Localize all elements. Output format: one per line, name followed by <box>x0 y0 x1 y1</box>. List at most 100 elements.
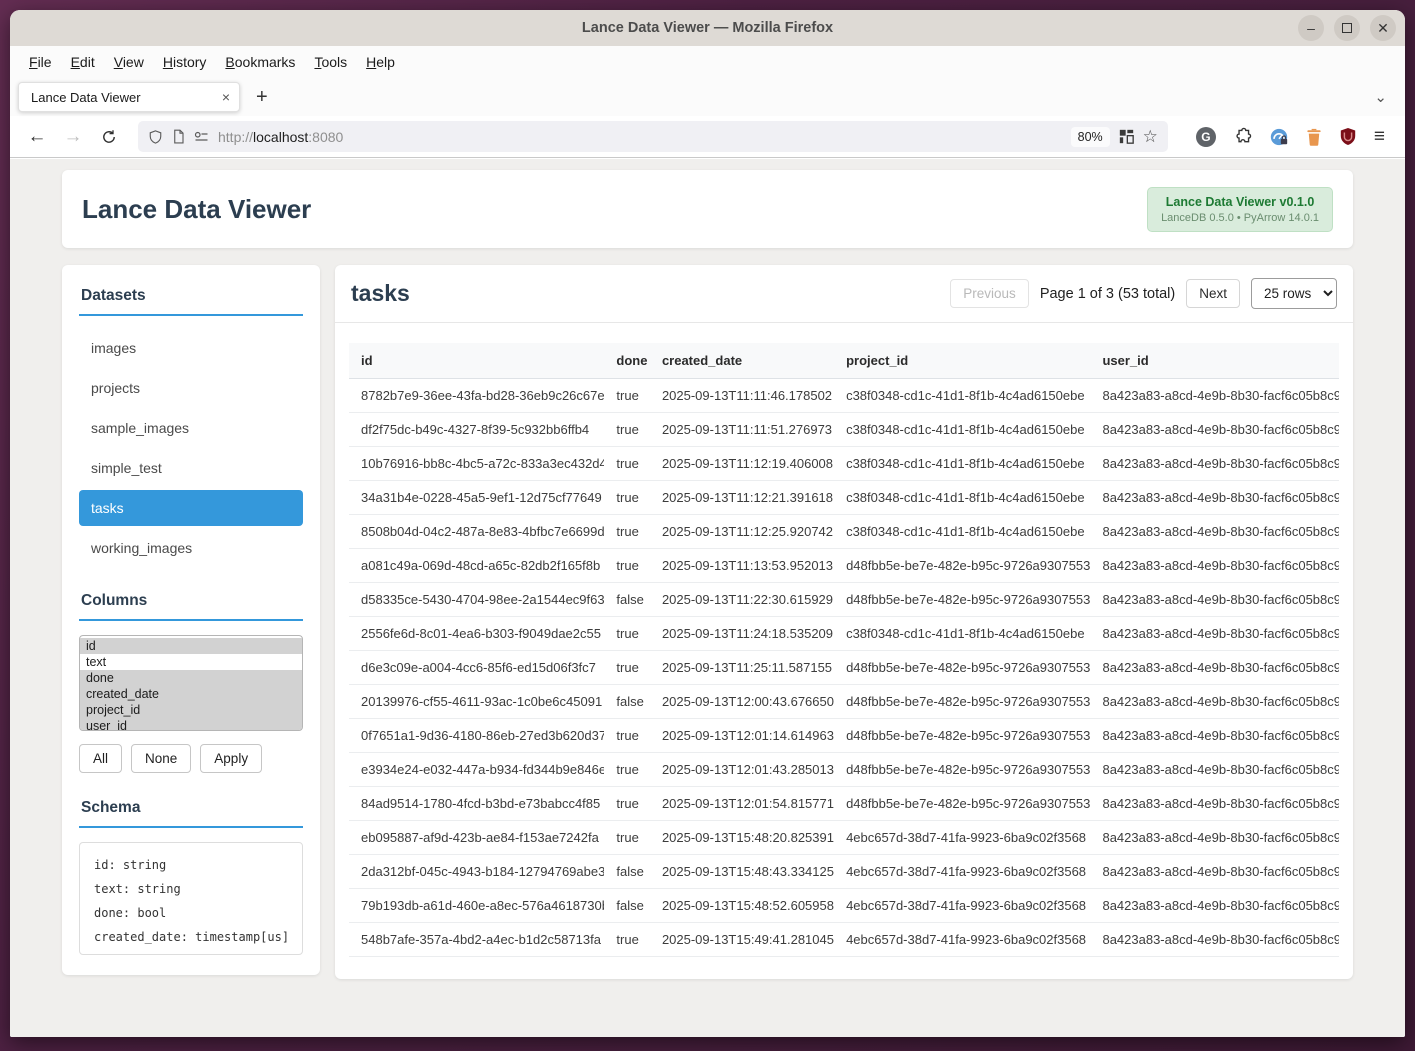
page-info-icon[interactable] <box>172 129 185 144</box>
column-option[interactable]: done <box>80 670 302 686</box>
privacy-gauge-icon[interactable] <box>1269 127 1289 147</box>
bookmark-star-icon[interactable]: ☆ <box>1143 127 1158 147</box>
cell-created-date: 2025-09-13T12:01:54.815771 <box>650 787 834 821</box>
cell-id: e3934e24-e032-447a-b934-fd344b9e846e <box>349 753 604 787</box>
cell-project-id: c38f0348-cd1c-41d1-8f1b-4c4ad6150ebe <box>834 515 1090 549</box>
column-option[interactable]: id <box>80 638 302 654</box>
columns-multiselect[interactable]: id text done created_date project_id use… <box>79 635 303 731</box>
column-header[interactable]: done <box>604 343 650 379</box>
table-row[interactable]: df2f75dc-b49c-4327-8f39-5c932bb6ffb4 tru… <box>349 413 1339 447</box>
table-row[interactable]: 79b193db-a61d-460e-a8ec-576a4618730b fal… <box>349 889 1339 923</box>
url-text[interactable]: http://localhost:8080 <box>218 129 1062 145</box>
menu-item[interactable]: View <box>114 54 144 70</box>
trash-extension-icon[interactable] <box>1306 127 1322 146</box>
menu-item[interactable]: File <box>29 54 52 70</box>
table-row[interactable]: 20139976-cf55-4611-93ac-1c0be6c45091 fal… <box>349 685 1339 719</box>
cell-user-id: 8a423a83-a8cd-4e9b-8b30-facf6c05b8c9 <box>1090 379 1339 413</box>
dataset-item[interactable]: projects <box>79 370 303 406</box>
extensions-puzzle-icon[interactable] <box>1233 127 1252 146</box>
dataset-item[interactable]: images <box>79 330 303 366</box>
table-row[interactable]: d6e3c09e-a004-4cc6-85f6-ed15d06f3fc7 tru… <box>349 651 1339 685</box>
menu-item[interactable]: Edit <box>71 54 95 70</box>
schema-box[interactable]: id: string text: string done: bool creat… <box>79 842 303 955</box>
cell-done: true <box>604 447 650 481</box>
column-header[interactable]: project_id <box>834 343 1090 379</box>
ublock-origin-icon[interactable] <box>1339 127 1357 146</box>
column-header[interactable]: id <box>349 343 604 379</box>
url-host: localhost <box>253 129 308 145</box>
table-row[interactable]: 8782b7e9-36ee-43fa-bd28-36eb9c26c67e tru… <box>349 379 1339 413</box>
containers-grid-icon[interactable] <box>1119 129 1134 144</box>
cell-id: df2f75dc-b49c-4327-8f39-5c932bb6ffb4 <box>349 413 604 447</box>
cell-project-id: d48fbb5e-be7e-482e-b95c-9726a9307553 <box>834 549 1090 583</box>
tab-close-icon[interactable]: × <box>222 90 230 104</box>
table-row[interactable]: 2556fe6d-8c01-4ea6-b303-f9049dae2c55 tru… <box>349 617 1339 651</box>
previous-page-button[interactable]: Previous <box>950 279 1029 308</box>
minimize-button[interactable]: – <box>1298 15 1324 41</box>
back-button[interactable]: ← <box>22 122 52 152</box>
column-option[interactable]: project_id <box>80 702 302 718</box>
table-row[interactable]: 8508b04d-04c2-487a-8e83-4bfbc7e6699d tru… <box>349 515 1339 549</box>
cell-project-id: d48fbb5e-be7e-482e-b95c-9726a9307553 <box>834 583 1090 617</box>
column-header[interactable]: created_date <box>650 343 834 379</box>
table-row[interactable]: 548b7afe-357a-4bd2-a4ec-b1d2c58713fa tru… <box>349 923 1339 957</box>
menu-item[interactable]: Help <box>366 54 395 70</box>
select-none-button[interactable]: None <box>131 744 191 773</box>
select-all-button[interactable]: All <box>79 744 122 773</box>
maximize-button[interactable] <box>1334 15 1360 41</box>
cell-created-date: 2025-09-13T15:48:52.605958 <box>650 889 834 923</box>
close-button[interactable]: ✕ <box>1370 15 1396 41</box>
dataset-item[interactable]: tasks <box>79 490 303 526</box>
column-header[interactable]: user_id <box>1090 343 1339 379</box>
reload-icon <box>101 129 117 145</box>
cell-user-id: 8a423a83-a8cd-4e9b-8b30-facf6c05b8c9 <box>1090 651 1339 685</box>
table-row[interactable]: 2da312bf-045c-4943-b184-12794769abe3 fal… <box>349 855 1339 889</box>
reload-button[interactable] <box>94 122 124 152</box>
tracking-shield-icon[interactable] <box>148 129 163 145</box>
data-table: iddonecreated_dateproject_iduser_id 8782… <box>349 343 1339 957</box>
hamburger-menu-icon[interactable]: ≡ <box>1374 126 1385 148</box>
cell-user-id: 8a423a83-a8cd-4e9b-8b30-facf6c05b8c9 <box>1090 923 1339 957</box>
column-option[interactable]: created_date <box>80 686 302 702</box>
cell-done: false <box>604 583 650 617</box>
table-row[interactable]: d58335ce-5430-4704-98ee-2a1544ec9f63 fal… <box>349 583 1339 617</box>
new-tab-button[interactable]: + <box>256 87 268 107</box>
connection-settings-icon[interactable] <box>194 131 209 143</box>
cell-id: 34a31b4e-0228-45a5-9ef1-12d75cf77649 <box>349 481 604 515</box>
cell-created-date: 2025-09-13T11:22:30.615929 <box>650 583 834 617</box>
page-viewport[interactable]: Lance Data Viewer Lance Data Viewer v0.1… <box>10 159 1405 1037</box>
cell-project-id: 4ebc657d-38d7-41fa-9923-6ba9c02f3568 <box>834 889 1090 923</box>
apply-columns-button[interactable]: Apply <box>200 744 262 773</box>
grammarly-extension-icon[interactable]: G <box>1196 127 1216 147</box>
table-row[interactable]: 10b76916-bb8c-4bc5-a72c-833a3ec432d4 tru… <box>349 447 1339 481</box>
cell-user-id: 8a423a83-a8cd-4e9b-8b30-facf6c05b8c9 <box>1090 855 1339 889</box>
table-row[interactable]: 0f7651a1-9d36-4180-86eb-27ed3b620d37 tru… <box>349 719 1339 753</box>
next-page-button[interactable]: Next <box>1186 279 1240 308</box>
list-tabs-chevron-icon[interactable]: ⌄ <box>1374 88 1387 106</box>
rows-per-page-select[interactable]: 25 rows <box>1251 278 1337 309</box>
window-controls: – ✕ <box>1298 15 1396 41</box>
zoom-level-indicator[interactable]: 80% <box>1071 127 1110 147</box>
dataset-item[interactable]: simple_test <box>79 450 303 486</box>
version-badge-title: Lance Data Viewer v0.1.0 <box>1161 195 1319 209</box>
table-body: 8782b7e9-36ee-43fa-bd28-36eb9c26c67e tru… <box>349 379 1339 957</box>
menu-item[interactable]: History <box>163 54 207 70</box>
menu-item[interactable]: Tools <box>314 54 347 70</box>
dataset-item[interactable]: working_images <box>79 530 303 566</box>
forward-button[interactable]: → <box>58 122 88 152</box>
menu-item[interactable]: Bookmarks <box>225 54 295 70</box>
url-bar[interactable]: http://localhost:8080 80% ☆ <box>138 121 1168 152</box>
dataset-item[interactable]: sample_images <box>79 410 303 446</box>
column-option[interactable]: text <box>80 654 302 670</box>
schema-line: id: string <box>94 853 288 877</box>
table-row[interactable]: 34a31b4e-0228-45a5-9ef1-12d75cf77649 tru… <box>349 481 1339 515</box>
browser-tab[interactable]: Lance Data Viewer × <box>18 82 240 112</box>
table-row[interactable]: e3934e24-e032-447a-b934-fd344b9e846e tru… <box>349 753 1339 787</box>
cell-user-id: 8a423a83-a8cd-4e9b-8b30-facf6c05b8c9 <box>1090 787 1339 821</box>
table-row[interactable]: 84ad9514-1780-4fcd-b3bd-e73babcc4f85 tru… <box>349 787 1339 821</box>
cell-id: 0f7651a1-9d36-4180-86eb-27ed3b620d37 <box>349 719 604 753</box>
table-row[interactable]: eb095887-af9d-423b-ae84-f153ae7242fa tru… <box>349 821 1339 855</box>
table-row[interactable]: a081c49a-069d-48cd-a65c-82db2f165f8b tru… <box>349 549 1339 583</box>
cell-id: eb095887-af9d-423b-ae84-f153ae7242fa <box>349 821 604 855</box>
column-option[interactable]: user_id <box>80 718 302 731</box>
